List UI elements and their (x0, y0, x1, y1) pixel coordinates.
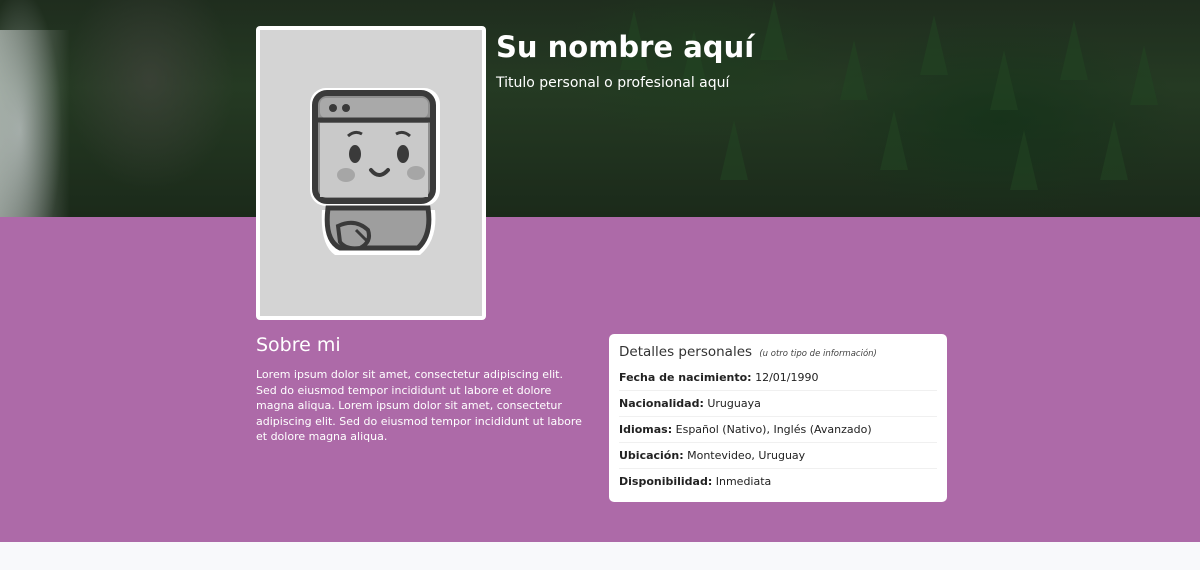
profile-subtitle: Titulo personal o profesional aquí (496, 75, 730, 91)
details-title-text: Detalles personales (619, 344, 753, 360)
detail-value: Uruguaya (707, 397, 761, 410)
page-bottom-section (0, 542, 1200, 570)
details-list: Fecha de nacimiento: 12/01/1990 Nacional… (619, 365, 937, 495)
detail-value: Montevideo, Uruguay (687, 449, 806, 462)
detail-label: Nacionalidad: (619, 397, 704, 410)
profile-name: Su nombre aquí (496, 30, 755, 64)
about-text: Lorem ipsum dolor sit amet, consectetur … (256, 368, 582, 443)
profile-photo (256, 26, 486, 320)
detail-value: Inmediata (715, 475, 772, 488)
detail-label: Disponibilidad: (619, 475, 713, 488)
detail-label: Fecha de nacimiento: (619, 371, 752, 384)
about-title: Sobre mi (256, 334, 341, 356)
detail-row-availability: Disponibilidad: Inmediata (619, 469, 937, 495)
detail-row-birthdate: Fecha de nacimiento: 12/01/1990 (619, 365, 937, 391)
personal-details-card: Detalles personales (u otro tipo de info… (609, 334, 947, 502)
profile-section (0, 217, 1200, 542)
detail-value: Español (Nativo), Inglés (Avanzado) (675, 423, 872, 436)
detail-label: Ubicación: (619, 449, 684, 462)
details-note: (u otro tipo de información) (759, 349, 877, 359)
detail-label: Idiomas: (619, 423, 673, 436)
detail-row-location: Ubicación: Montevideo, Uruguay (619, 443, 937, 469)
robot-avatar-icon (310, 88, 440, 255)
waterfall-background (0, 30, 70, 217)
details-title: Detalles personales (u otro tipo de info… (619, 344, 937, 360)
detail-row-languages: Idiomas: Español (Nativo), Inglés (Avanz… (619, 417, 937, 443)
detail-value: 12/01/1990 (755, 371, 819, 384)
detail-row-nationality: Nacionalidad: Uruguaya (619, 391, 937, 417)
